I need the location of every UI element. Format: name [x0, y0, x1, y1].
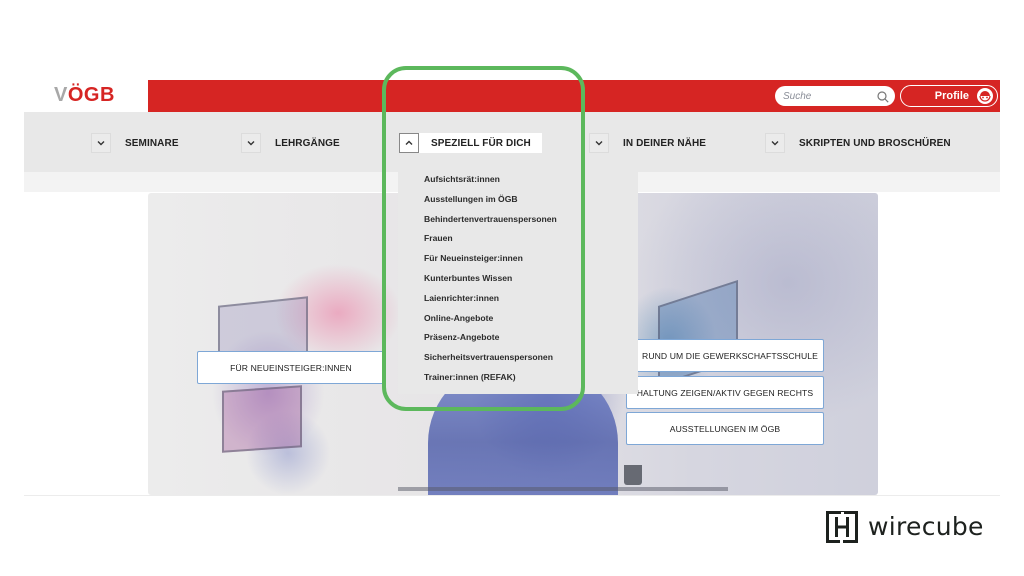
dropdown-item[interactable]: Für Neueinsteiger:innen	[398, 249, 638, 269]
search-icon[interactable]	[877, 90, 889, 103]
dropdown-item[interactable]: Behindertenvertrauenspersonen	[398, 210, 638, 230]
painting-frame	[222, 385, 302, 453]
nav-item-in-deiner-naehe[interactable]: IN DEINER NÄHE	[589, 133, 706, 153]
nav-label: LEHRGÄNGE	[275, 137, 340, 149]
profile-label: Profile	[934, 90, 969, 102]
chevron-down-icon[interactable]	[765, 133, 785, 153]
dropdown-item[interactable]: Aufsichtsrät:innen	[398, 170, 638, 190]
dropdown-item[interactable]: Online-Angebote	[398, 309, 638, 329]
user-avatar-icon	[977, 88, 993, 104]
wirecube-logo-icon	[826, 511, 858, 543]
dropdown-item[interactable]: Frauen	[398, 229, 638, 249]
nav-item-lehrgaenge[interactable]: LEHRGÄNGE	[241, 133, 340, 153]
dropdown-item[interactable]: Trainer:innen (REFAK)	[398, 368, 638, 388]
nav-label: SPEZIELL FÜR DICH	[419, 133, 542, 153]
dropdown-item[interactable]: Ausstellungen im ÖGB	[398, 190, 638, 210]
search-input[interactable]	[783, 90, 873, 102]
speziell-fuer-dich-dropdown: Aufsichtsrät:innen Ausstellungen im ÖGB …	[398, 164, 638, 394]
dropdown-item[interactable]: Sicherheitsvertrauenspersonen	[398, 348, 638, 368]
wirecube-branding: wirecube	[826, 511, 984, 543]
search-box[interactable]	[775, 86, 895, 106]
dropdown-list: Aufsichtsrät:innen Ausstellungen im ÖGB …	[398, 164, 638, 388]
logo-letters-ogb: ÖGB	[67, 84, 115, 106]
chevron-down-icon[interactable]	[91, 133, 111, 153]
hero-button-haltung-zeigen[interactable]: HALTUNG ZEIGEN/AKTIV GEGEN RECHTS	[626, 376, 824, 409]
nav-item-speziell-fuer-dich[interactable]: SPEZIELL FÜR DICH	[399, 133, 542, 153]
dropdown-item[interactable]: Laienrichter:innen	[398, 289, 638, 309]
cup	[624, 465, 642, 485]
nav-label: SKRIPTEN UND BROSCHÜREN	[799, 137, 951, 149]
hero-button-neueinsteiger[interactable]: FÜR NEUEINSTEIGER:INNEN	[197, 351, 385, 384]
nav-label: SEMINARE	[125, 137, 179, 149]
logo-letter-v: V	[54, 84, 68, 106]
nav-label: IN DEINER NÄHE	[623, 137, 707, 149]
profile-button[interactable]: Profile	[900, 85, 998, 107]
page-divider	[24, 495, 1000, 496]
nav-item-skripten-und-broschueren[interactable]: SKRIPTEN UND BROSCHÜREN	[765, 133, 951, 153]
wirecube-wordmark: wirecube	[868, 512, 984, 541]
dropdown-item[interactable]: Kunterbuntes Wissen	[398, 269, 638, 289]
vogb-logo[interactable]: VÖGB	[54, 84, 115, 106]
chevron-down-icon[interactable]	[241, 133, 261, 153]
hero-button-gewerkschaftsschule[interactable]: RUND UM DIE GEWERKSCHAFTSSCHULE	[636, 339, 824, 372]
dropdown-item[interactable]: Präsenz-Angebote	[398, 328, 638, 348]
nav-item-seminare[interactable]: SEMINARE	[91, 133, 179, 153]
chevron-up-icon[interactable]	[399, 133, 419, 153]
chevron-down-icon[interactable]	[589, 133, 609, 153]
desk	[398, 487, 728, 491]
hero-button-ausstellungen[interactable]: AUSSTELLUNGEN IM ÖGB	[626, 412, 824, 445]
